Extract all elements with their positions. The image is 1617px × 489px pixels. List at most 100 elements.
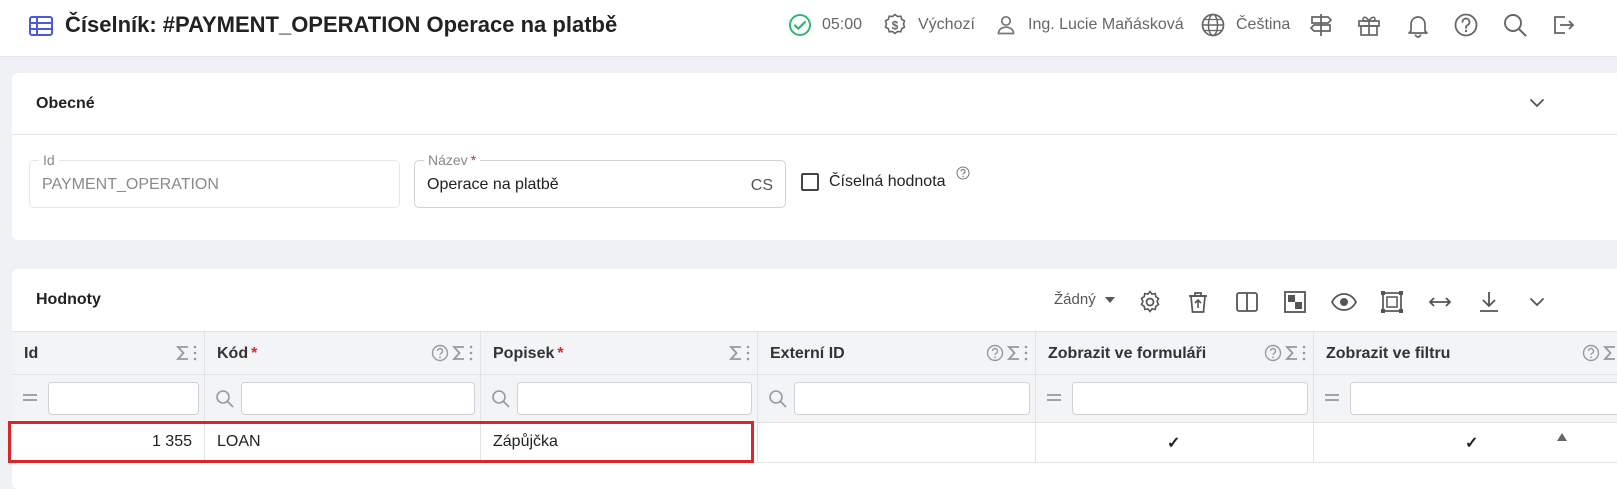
columns-icon[interactable] bbox=[1234, 289, 1260, 315]
column-header[interactable]: Zobrazit ve formuláři bbox=[1036, 332, 1314, 374]
filter-cell bbox=[205, 375, 481, 422]
required-mark: * bbox=[557, 345, 564, 362]
download-icon[interactable] bbox=[1476, 289, 1502, 315]
help-icon[interactable] bbox=[1453, 12, 1479, 38]
sigma-icon[interactable] bbox=[1006, 344, 1022, 362]
globe-icon bbox=[1200, 12, 1226, 38]
sigma-icon[interactable] bbox=[1284, 344, 1300, 362]
layout-icon[interactable] bbox=[1282, 289, 1308, 315]
session-timer[interactable]: 05:00 bbox=[788, 11, 862, 39]
search-icon[interactable] bbox=[491, 389, 511, 409]
numeric-value-label: Číselná hodnota bbox=[829, 173, 946, 190]
frame-icon[interactable] bbox=[1379, 289, 1405, 315]
help-icon[interactable] bbox=[1582, 344, 1600, 362]
column-header-text: Externí ID bbox=[770, 345, 845, 362]
column-header-label: Id bbox=[24, 345, 38, 363]
filter-cell bbox=[481, 375, 758, 422]
language-selector[interactable]: Čeština bbox=[1200, 11, 1290, 39]
more-vertical-icon[interactable] bbox=[193, 344, 198, 362]
column-filter-input[interactable] bbox=[517, 382, 752, 415]
column-header[interactable]: Popisek * bbox=[481, 332, 758, 374]
help-icon[interactable] bbox=[986, 344, 1004, 362]
column-header-label: Zobrazit ve formuláři bbox=[1048, 345, 1206, 363]
search-icon[interactable] bbox=[1502, 12, 1528, 38]
help-icon[interactable] bbox=[956, 166, 970, 180]
name-field[interactable]: Název * Operace na platbě CS bbox=[414, 152, 786, 208]
sigma-icon[interactable] bbox=[175, 344, 191, 362]
numeric-value-checkbox[interactable] bbox=[801, 173, 819, 191]
logout-icon[interactable] bbox=[1550, 12, 1576, 38]
column-header-icons bbox=[1582, 344, 1617, 362]
required-mark: * bbox=[251, 345, 258, 362]
more-vertical-icon[interactable] bbox=[1302, 344, 1307, 362]
column-header-label: Popisek * bbox=[493, 345, 564, 363]
column-header[interactable]: Zobrazit ve filtru bbox=[1314, 332, 1617, 374]
equals-icon[interactable] bbox=[1046, 389, 1066, 409]
page-title: Číselník: #PAYMENT_OPERATION Operace na … bbox=[65, 12, 618, 37]
table-cell[interactable]: ✓ bbox=[1314, 423, 1617, 462]
help-icon[interactable] bbox=[1264, 344, 1282, 362]
grid-header-row: Id Kód * Popisek * Externí ID Zobrazit ve form… bbox=[12, 331, 1617, 375]
column-header[interactable]: Kód * bbox=[205, 332, 481, 374]
help-icon[interactable] bbox=[431, 344, 449, 362]
column-header-text: Id bbox=[24, 345, 39, 362]
divider bbox=[12, 134, 1617, 135]
column-filter-input[interactable] bbox=[1072, 382, 1308, 415]
show-in-filter-check-icon: ✓ bbox=[1465, 435, 1479, 452]
settings-icon[interactable] bbox=[1137, 289, 1163, 315]
currency-icon: $ bbox=[882, 12, 908, 38]
scroll-up-icon[interactable] bbox=[1556, 432, 1568, 442]
column-header-icons bbox=[728, 344, 751, 362]
currency-label: Výchozí bbox=[918, 16, 975, 33]
section-title: Obecné bbox=[36, 95, 95, 112]
check-circle-icon bbox=[788, 13, 812, 37]
column-header-text: Kód bbox=[217, 345, 249, 362]
column-header-label: Kód * bbox=[217, 345, 257, 363]
delete-icon[interactable] bbox=[1185, 289, 1211, 315]
name-field-label: Název * bbox=[424, 152, 481, 168]
language-label: Čeština bbox=[1236, 16, 1291, 33]
id-field-label: Id bbox=[39, 152, 59, 168]
eye-icon[interactable] bbox=[1330, 289, 1358, 315]
user-menu[interactable]: Ing. Lucie Maňásková bbox=[994, 11, 1184, 39]
table-icon bbox=[28, 13, 54, 39]
currency-selector[interactable]: $ Výchozí bbox=[882, 11, 975, 39]
app-header: Číselník: #PAYMENT_OPERATION Operace na … bbox=[0, 0, 1617, 57]
show-in-form-check-icon: ✓ bbox=[1167, 435, 1181, 452]
sigma-icon[interactable] bbox=[1602, 344, 1617, 362]
equals-icon[interactable] bbox=[22, 389, 42, 409]
equals-icon[interactable] bbox=[1324, 389, 1344, 409]
column-header-label: Zobrazit ve filtru bbox=[1326, 345, 1450, 363]
search-icon[interactable] bbox=[215, 389, 235, 409]
filter-cell bbox=[758, 375, 1036, 422]
section-title: Hodnoty bbox=[36, 291, 101, 308]
column-header[interactable]: Externí ID bbox=[758, 332, 1036, 374]
required-mark: * bbox=[470, 152, 477, 168]
bell-icon[interactable] bbox=[1405, 12, 1431, 38]
chevron-down-icon[interactable] bbox=[1524, 289, 1550, 315]
id-field: Id PAYMENT_OPERATION bbox=[29, 152, 400, 208]
chevron-down-icon[interactable] bbox=[1527, 93, 1547, 113]
column-header[interactable]: Id bbox=[12, 332, 205, 374]
column-filter-input[interactable] bbox=[241, 382, 475, 415]
more-vertical-icon[interactable] bbox=[1024, 344, 1029, 362]
sigma-icon[interactable] bbox=[451, 344, 467, 362]
gift-icon[interactable] bbox=[1356, 12, 1382, 38]
signpost-icon[interactable] bbox=[1308, 12, 1334, 38]
search-icon[interactable] bbox=[768, 389, 788, 409]
column-filter-input[interactable] bbox=[48, 382, 199, 415]
more-vertical-icon[interactable] bbox=[746, 344, 751, 362]
user-icon bbox=[994, 13, 1018, 37]
table-cell[interactable] bbox=[758, 423, 1036, 462]
sigma-icon[interactable] bbox=[728, 344, 744, 362]
grouping-select[interactable]: Žádný bbox=[1054, 291, 1116, 308]
resize-icon[interactable] bbox=[1427, 289, 1453, 315]
language-code[interactable]: CS bbox=[751, 177, 773, 195]
column-filter-input[interactable] bbox=[794, 382, 1030, 415]
timer-value: 05:00 bbox=[822, 16, 863, 33]
column-header-text: Zobrazit ve filtru bbox=[1326, 345, 1451, 362]
filter-cell bbox=[12, 375, 205, 422]
column-filter-input[interactable] bbox=[1350, 382, 1617, 415]
table-cell[interactable]: ✓ bbox=[1036, 423, 1314, 462]
more-vertical-icon[interactable] bbox=[469, 344, 474, 362]
